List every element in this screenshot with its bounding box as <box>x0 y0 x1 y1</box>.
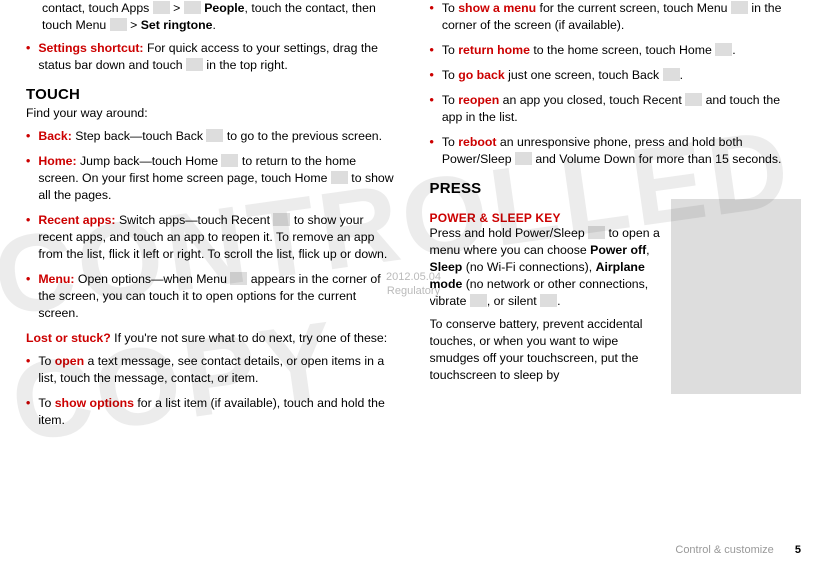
recent-icon <box>273 213 290 226</box>
people-icon <box>184 1 201 14</box>
home-icon <box>331 171 348 184</box>
home-icon <box>715 43 732 56</box>
bullet-reboot: • To reboot an unresponsive phone, press… <box>430 134 802 168</box>
left-column: contact, touch Apps > People, touch the … <box>10 0 414 437</box>
bullet-settings-shortcut: • Settings shortcut: For quick access to… <box>26 40 398 74</box>
bullet-show-options: • To show options for a list item (if av… <box>26 395 398 429</box>
back-icon <box>663 68 680 81</box>
phone-screenshot-placeholder <box>671 199 801 394</box>
power-icon <box>515 152 532 165</box>
lost-or-stuck: Lost or stuck? If you're not sure what t… <box>26 330 398 347</box>
bullet-menu: • Menu: Open options—when Menu appears i… <box>26 271 398 322</box>
power-icon <box>588 226 605 239</box>
bullet-reopen: • To reopen an app you closed, touch Rec… <box>430 92 802 126</box>
touch-heading: TOUCH <box>26 86 398 103</box>
menu-icon <box>110 18 127 31</box>
section-name: Control & customize <box>675 544 773 556</box>
ringtone-line: contact, touch Apps > People, touch the … <box>26 0 398 34</box>
back-icon <box>206 129 223 142</box>
silent-icon <box>540 294 557 307</box>
bullet-open: • To open a text message, see contact de… <box>26 353 398 387</box>
page-number: 5 <box>795 544 801 556</box>
menu-icon <box>731 1 748 14</box>
menu-icon <box>230 272 247 285</box>
bullet-dot: • <box>26 40 30 74</box>
recent-icon <box>685 93 702 106</box>
page-footer: Control & customize 5 <box>675 544 801 556</box>
content-columns: contact, touch Apps > People, touch the … <box>0 0 827 437</box>
bullet-show-menu: • To show a menu for the current screen,… <box>430 0 802 34</box>
bullet-home: • Home: Jump back—touch Home to return t… <box>26 153 398 204</box>
settings-icon <box>186 58 203 71</box>
apps-icon <box>153 1 170 14</box>
bullet-recent: • Recent apps: Switch apps—touch Recent … <box>26 212 398 263</box>
touch-sub: Find your way around: <box>26 105 398 122</box>
press-heading: PRESS <box>430 180 802 197</box>
home-icon <box>221 154 238 167</box>
vibrate-icon <box>470 294 487 307</box>
bullet-return-home: • To return home to the home screen, tou… <box>430 42 802 59</box>
right-column: • To show a menu for the current screen,… <box>414 0 818 437</box>
bullet-go-back: • To go back just one screen, touch Back… <box>430 67 802 84</box>
bullet-back: • Back: Step back—touch Back to go to th… <box>26 128 398 145</box>
